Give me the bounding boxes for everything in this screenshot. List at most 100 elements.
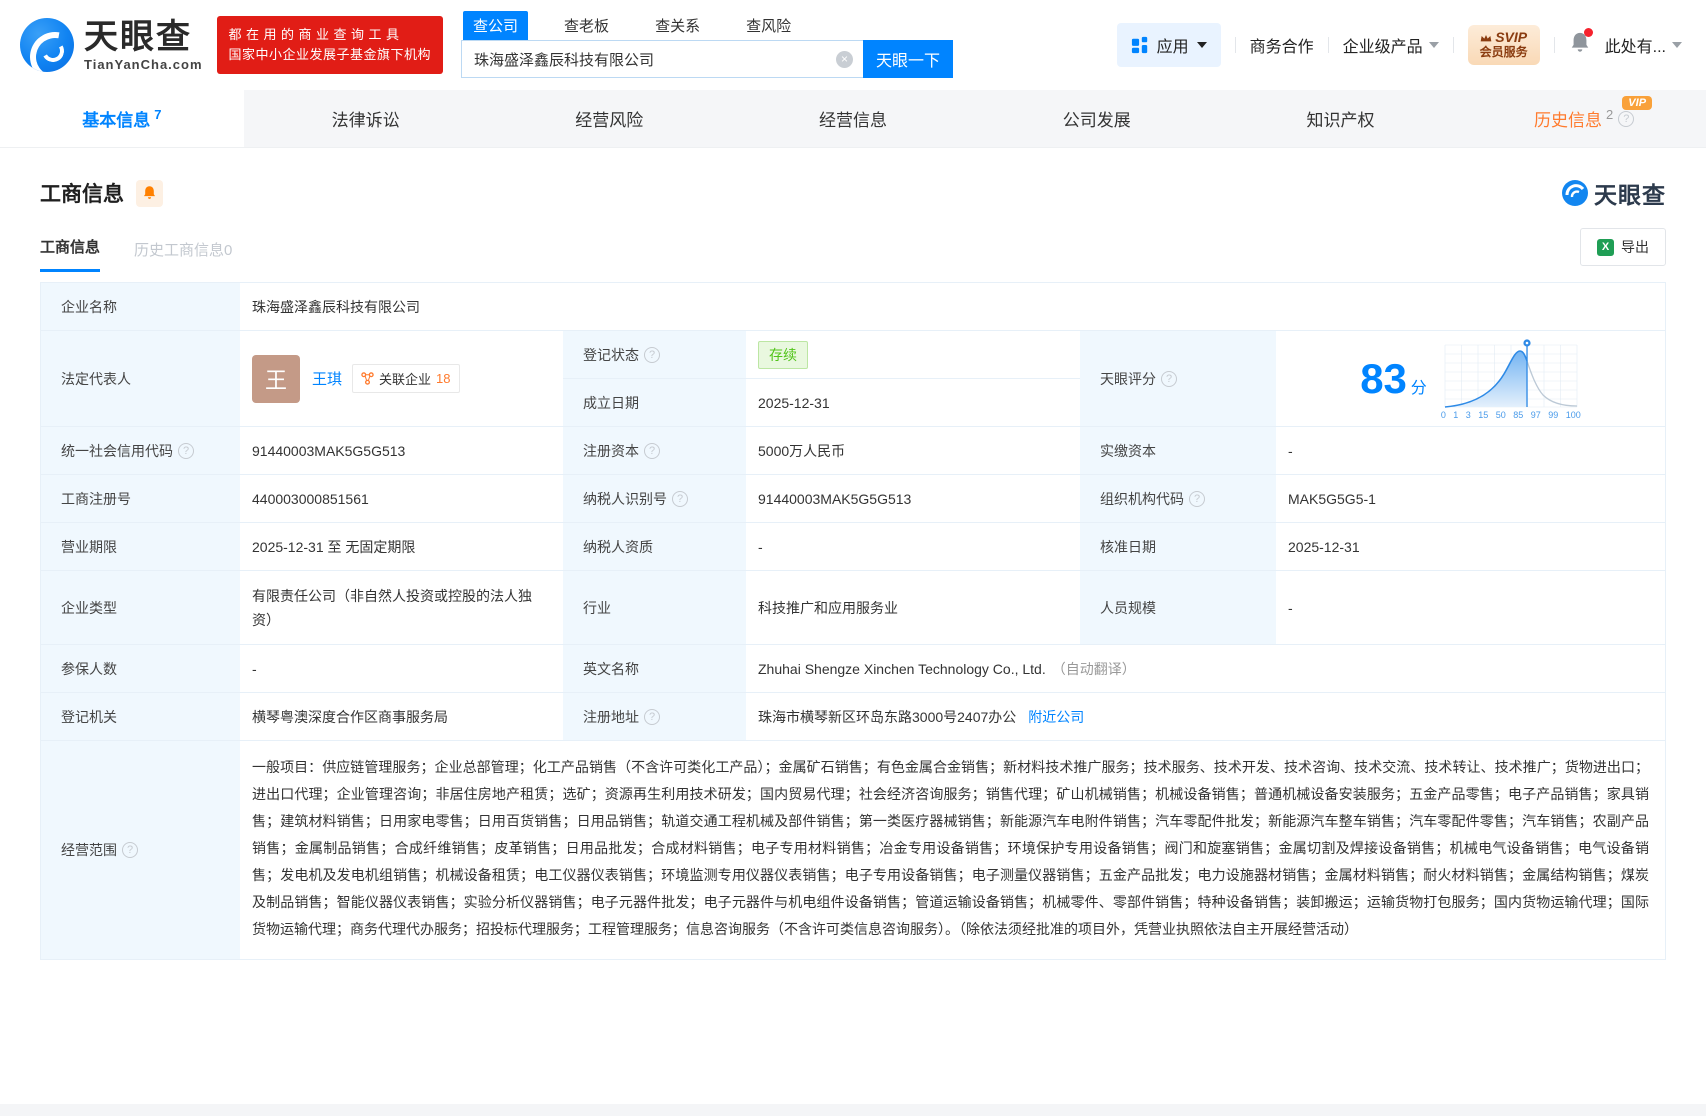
row-label: 登记状态 ? <box>563 331 746 378</box>
search-button[interactable]: 天眼一下 <box>863 40 954 78</box>
row-label: 实缴资本 <box>1080 427 1276 474</box>
tab-history-info-count: 2 <box>1606 107 1614 122</box>
approval-date-value: 2025-12-31 <box>1288 538 1360 555</box>
user-account-menu[interactable]: 此处有... <box>1605 33 1682 57</box>
score-unit: 分 <box>1410 379 1427 397</box>
help-icon[interactable]: ? <box>672 490 688 507</box>
subtab-history-business-info[interactable]: 历史工商信息0 <box>134 239 232 272</box>
tab-legal-litigation[interactable]: 法律诉讼 <box>244 90 488 147</box>
score-cell[interactable]: 83 分 0 1 3 15 50 85 97 99 100 <box>1276 331 1665 426</box>
company-nav-tabs: 基本信息 7 法律诉讼 经营风险 经营信息 公司发展 知识产权 VIP 历史信息… <box>0 90 1706 148</box>
menu-cooperation[interactable]: 商务合作 <box>1250 33 1314 57</box>
svip-membership-button[interactable]: SVIP 会员服务 <box>1467 25 1540 65</box>
nearby-companies-link[interactable]: 附近公司 <box>1028 707 1084 727</box>
apps-grid-icon <box>1131 36 1147 54</box>
english-name-cell: Zhuhai Shengze Xinchen Technology Co., L… <box>746 645 1665 692</box>
section-title: 工商信息 <box>40 183 124 206</box>
help-icon[interactable]: ? <box>1161 370 1177 387</box>
row-label: 组织机构代码 ? <box>1080 475 1276 522</box>
export-button[interactable]: X 导出 <box>1580 228 1666 266</box>
header-menu: 应用 商务合作 企业级产品 SVIP 会员服务 此处有... <box>1116 23 1682 67</box>
page-bottom-strip <box>0 1104 1706 1116</box>
paidin-capital-value: - <box>1288 442 1293 459</box>
score-axis-ticks: 01 3 15 50 85 97 99 100 <box>1440 410 1581 420</box>
monitor-bell-button[interactable] <box>136 179 163 207</box>
company-name-value: 珠海盛泽鑫辰科技有限公司 <box>252 298 420 315</box>
tianyancha-logo[interactable]: 天眼查 TianYanCha.com <box>20 18 203 72</box>
legal-rep-link[interactable]: 王琪 <box>312 368 342 389</box>
row-label: 注册资本 ? <box>563 427 746 474</box>
related-label: 关联企业 <box>379 372 432 387</box>
table-row: 营业期限 2025-12-31 至 无固定期限 纳税人资质 - 核准日期 202… <box>41 523 1665 571</box>
score-distribution-chart: 01 3 15 50 85 97 99 100 <box>1441 337 1581 420</box>
tianyancha-watermark: 天眼查 <box>1562 176 1666 210</box>
row-label: 法定代表人 <box>41 331 240 426</box>
chevron-down-icon <box>1428 42 1439 48</box>
clear-icon[interactable]: × <box>836 50 854 68</box>
tab-basic-info-label: 基本信息 <box>82 111 151 130</box>
row-label: 行业 <box>563 571 746 644</box>
menu-enterprise[interactable]: 企业级产品 <box>1343 33 1439 57</box>
row-label: 参保人数 <box>41 645 240 692</box>
bell-icon <box>143 186 156 199</box>
help-icon[interactable]: ? <box>1618 110 1635 127</box>
main-content: 工商信息 天眼查 工商信息 历史工商信息0 X 导出 企业名称 珠海盛泽鑫辰科技… <box>0 176 1706 960</box>
search-tab-risk[interactable]: 查风险 <box>736 11 801 40</box>
help-icon[interactable]: ? <box>644 442 660 459</box>
row-label: 注册地址 ? <box>563 693 746 740</box>
credit-code-value: 91440003MAK5G5G513 <box>252 442 406 459</box>
table-row: 统一社会信用代码 ? 91440003MAK5G5G513 注册资本 ? 500… <box>41 427 1665 475</box>
row-label: 工商注册号 <box>41 475 240 522</box>
help-icon[interactable]: ? <box>1189 490 1205 507</box>
row-label: 成立日期 <box>563 379 746 426</box>
auto-translate-note: （自动翻译） <box>1051 660 1136 677</box>
row-label: 企业类型 <box>41 571 240 644</box>
table-row: 经营范围 ? 一般项目：供应链管理服务；企业总部管理；化工产品销售（不含许可类化… <box>41 741 1665 960</box>
search-input[interactable] <box>474 50 837 68</box>
business-scope-value: 一般项目：供应链管理服务；企业总部管理；化工产品销售（不含许可类化工产品）；金属… <box>252 759 1649 937</box>
staff-size-value: - <box>1288 599 1293 616</box>
apps-label: 应用 <box>1156 39 1189 56</box>
row-label: 人员规模 <box>1080 571 1276 644</box>
tab-business-info-label: 经营信息 <box>819 111 888 130</box>
menu-enterprise-label: 企业级产品 <box>1342 39 1423 56</box>
row-label: 营业期限 <box>41 523 240 570</box>
subtab-business-info[interactable]: 工商信息 <box>40 236 101 272</box>
related-companies-badge[interactable]: 关联企业 18 <box>352 364 460 393</box>
help-icon[interactable]: ? <box>178 442 194 459</box>
company-type-value: 有限责任公司（非自然人投资或控股的法人独资） <box>252 587 532 628</box>
promo-line1: 都在用的商业查询工具 <box>228 27 404 42</box>
tab-history-info[interactable]: VIP 历史信息 2 ? <box>1462 90 1706 147</box>
tab-company-development[interactable]: 公司发展 <box>975 90 1219 147</box>
export-label: 导出 <box>1621 239 1649 255</box>
registration-number-value: 440003000851561 <box>252 490 369 507</box>
vip-badge: VIP <box>1622 96 1653 110</box>
promo-line2: 国家中小企业发展子基金旗下机构 <box>228 47 432 62</box>
tab-business-info[interactable]: 经营信息 <box>731 90 975 147</box>
status-badge: 存续 <box>758 340 808 369</box>
help-icon[interactable]: ? <box>644 346 660 363</box>
row-label: 统一社会信用代码 ? <box>41 427 240 474</box>
registered-capital-value: 5000万人民币 <box>758 442 846 459</box>
search-tab-company[interactable]: 查公司 <box>463 11 529 40</box>
tab-operating-risk[interactable]: 经营风险 <box>487 90 731 147</box>
taxpayer-qualification-value: - <box>758 538 763 555</box>
tab-intellectual-property[interactable]: 知识产权 <box>1219 90 1463 147</box>
top-header: 天眼查 TianYanCha.com 都在用的商业查询工具 国家中小企业发展子基… <box>0 0 1706 90</box>
score-curve <box>1444 339 1578 408</box>
apps-menu[interactable]: 应用 <box>1116 23 1221 67</box>
table-row: 工商注册号 440003000851561 纳税人识别号 ? 91440003M… <box>41 475 1665 523</box>
notification-dot <box>1583 27 1593 37</box>
help-icon[interactable]: ? <box>644 708 660 725</box>
notification-bell-button[interactable] <box>1569 27 1593 60</box>
tianyancha-logo-icon <box>20 18 74 72</box>
table-row: 登记机关 横琴粤澳深度合作区商事服务局 注册地址 ? 珠海市横琴新区环岛东路30… <box>41 693 1665 741</box>
chevron-down-icon <box>1672 42 1682 48</box>
reg-authority-value: 横琴粤澳深度合作区商事服务局 <box>252 708 448 725</box>
taxpayer-id-value: 91440003MAK5G5G513 <box>758 490 912 507</box>
tab-basic-info[interactable]: 基本信息 7 <box>0 90 244 147</box>
help-icon[interactable]: ? <box>122 842 138 858</box>
avatar[interactable]: 王 <box>252 354 300 403</box>
search-tab-relation[interactable]: 查关系 <box>645 11 710 40</box>
search-tab-boss[interactable]: 查老板 <box>554 11 619 40</box>
